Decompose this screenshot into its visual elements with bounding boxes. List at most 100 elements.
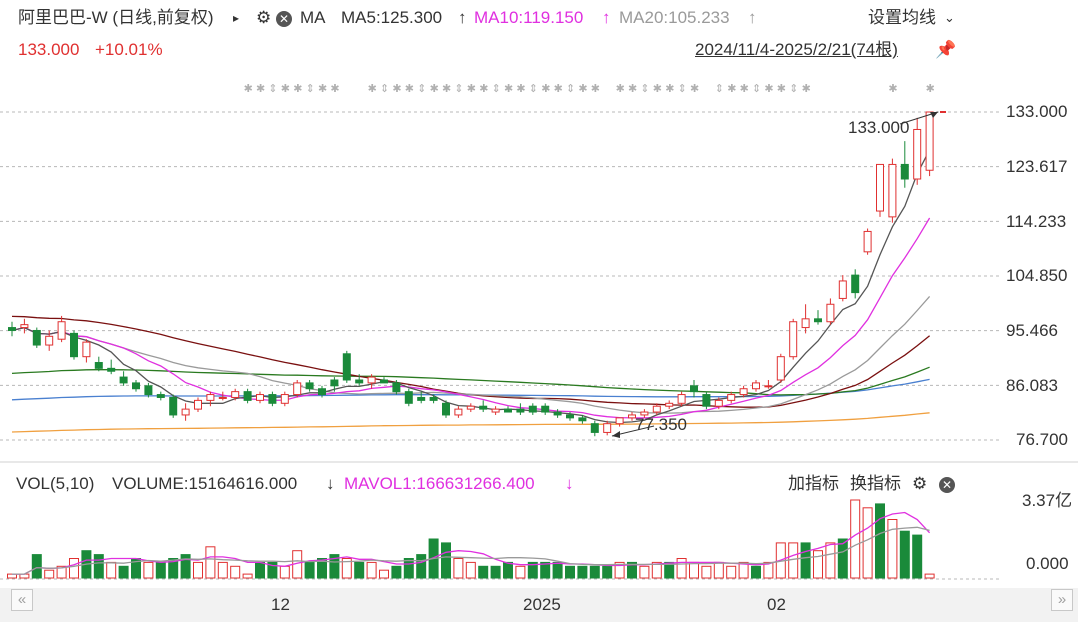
candle-down bbox=[479, 405, 488, 410]
pin-icon[interactable]: 📌 bbox=[935, 40, 956, 60]
ma5-line bbox=[11, 149, 931, 424]
x-tick-label: 02 bbox=[767, 595, 786, 614]
scroll-left-button[interactable]: « bbox=[11, 589, 33, 611]
volume-bar-down bbox=[912, 534, 923, 579]
candle-up bbox=[801, 318, 810, 329]
volume-bar-down bbox=[441, 542, 451, 579]
gear-icon[interactable]: ⚙ bbox=[256, 8, 271, 28]
candle-up bbox=[603, 423, 612, 433]
volume-bar-up bbox=[44, 569, 55, 579]
volume-bar-up bbox=[379, 569, 389, 579]
volume-bar-down bbox=[899, 530, 910, 579]
candle-down bbox=[32, 329, 41, 346]
candle-up bbox=[665, 402, 674, 407]
volume-bar-up bbox=[887, 519, 898, 579]
candle-down bbox=[243, 391, 252, 401]
volume-bar-up bbox=[143, 561, 154, 579]
candle-down bbox=[690, 385, 698, 393]
scroll-right-button[interactable]: » bbox=[1051, 589, 1073, 611]
date-range[interactable]: 2024/11/4-2025/2/21(74根) bbox=[695, 40, 898, 60]
volume-bar-up bbox=[242, 573, 253, 579]
candle-up bbox=[491, 408, 500, 413]
candle-down bbox=[380, 379, 388, 384]
add-indicator-button[interactable]: 加指标 bbox=[788, 474, 839, 494]
ma20-value: MA20:105.233 bbox=[619, 8, 730, 27]
chevron-down-icon[interactable]: ⌄ bbox=[944, 8, 955, 28]
candle-down bbox=[119, 376, 128, 384]
volume-bar-up bbox=[217, 561, 228, 579]
candle-down bbox=[900, 163, 909, 180]
volume-bar-up bbox=[689, 561, 699, 579]
price-tick: 133.000 bbox=[1006, 102, 1068, 121]
candle-down bbox=[528, 405, 537, 413]
switch-indicator-button[interactable]: 换指标 bbox=[850, 474, 901, 494]
volume-bar-down bbox=[565, 565, 575, 579]
x-tick-label: 12 bbox=[271, 595, 290, 614]
candle-down bbox=[392, 382, 401, 393]
candle-up bbox=[45, 335, 54, 346]
volume-bar-up bbox=[205, 546, 216, 579]
candle-down bbox=[851, 274, 860, 294]
volume-bar-down bbox=[478, 565, 489, 579]
volume-bar-up bbox=[639, 565, 650, 579]
candle-down bbox=[156, 394, 165, 398]
volume-bar-up bbox=[465, 561, 476, 579]
candle-down bbox=[590, 423, 599, 433]
price-grid bbox=[0, 111, 1078, 580]
candle-up bbox=[57, 321, 66, 340]
volume-bar-up bbox=[515, 565, 526, 579]
volume-bar-down bbox=[490, 565, 501, 579]
volume-bar-down bbox=[577, 565, 588, 579]
candle-down bbox=[814, 318, 822, 323]
volume-bar-down bbox=[602, 565, 613, 579]
volume-bars bbox=[7, 499, 935, 579]
volume-bar-up bbox=[701, 565, 712, 579]
candle-up bbox=[20, 324, 29, 329]
candle-up bbox=[727, 394, 736, 401]
candle-up bbox=[82, 341, 91, 358]
candle-up bbox=[367, 376, 376, 384]
gear-icon[interactable]: ⚙ bbox=[912, 474, 927, 494]
volume-bar-down bbox=[391, 565, 402, 579]
low-annotation: 77.350 bbox=[635, 415, 687, 434]
candle-down bbox=[342, 353, 351, 381]
volume-bar-up bbox=[106, 561, 117, 579]
current-price: 133.000 bbox=[18, 40, 80, 59]
high-annotation: 133.000 bbox=[848, 118, 910, 137]
volume-bar-up bbox=[230, 565, 241, 579]
price-tick: 95.466 bbox=[1006, 321, 1058, 340]
candle-up bbox=[789, 321, 798, 358]
candle-down bbox=[417, 396, 426, 401]
candle-down bbox=[553, 411, 562, 416]
candle-up bbox=[181, 408, 190, 416]
volume-bar-down bbox=[875, 503, 885, 579]
candle-up bbox=[280, 394, 289, 404]
stock-title[interactable]: 阿里巴巴-W (日线,前复权) bbox=[18, 8, 213, 28]
volume-tick: 0.000 bbox=[1026, 554, 1069, 573]
title-dropdown-icon[interactable]: ▸ bbox=[233, 8, 239, 28]
ma20-arrow: ↑ bbox=[748, 8, 757, 27]
candle-down bbox=[504, 408, 512, 413]
close-icon[interactable]: ✕ bbox=[939, 474, 955, 494]
candle-up bbox=[218, 396, 227, 399]
candle-up bbox=[454, 408, 463, 416]
ma5-value: MA5:125.300 bbox=[341, 8, 443, 27]
candle-down bbox=[578, 417, 587, 422]
price-change: +10.01% bbox=[95, 40, 163, 59]
candle-down bbox=[107, 367, 116, 372]
volume-bar-down bbox=[93, 554, 104, 579]
candle-down bbox=[132, 382, 140, 390]
volume-bar-up bbox=[813, 550, 823, 579]
candle-down bbox=[702, 394, 711, 407]
ma10-arrow: ↑ bbox=[602, 8, 611, 27]
candle-up bbox=[231, 391, 240, 398]
mavol1-arrow: ↓ bbox=[565, 474, 574, 493]
ma5-arrow: ↑ bbox=[458, 8, 467, 27]
candle-up bbox=[764, 385, 773, 388]
volume-bar-down bbox=[155, 561, 166, 579]
candle-up bbox=[913, 128, 922, 180]
close-icon[interactable]: ✕ bbox=[276, 8, 292, 28]
volume-bar-down bbox=[403, 558, 414, 579]
settings-ma-button[interactable]: 设置均线 bbox=[868, 8, 936, 28]
candle-up bbox=[863, 230, 872, 253]
